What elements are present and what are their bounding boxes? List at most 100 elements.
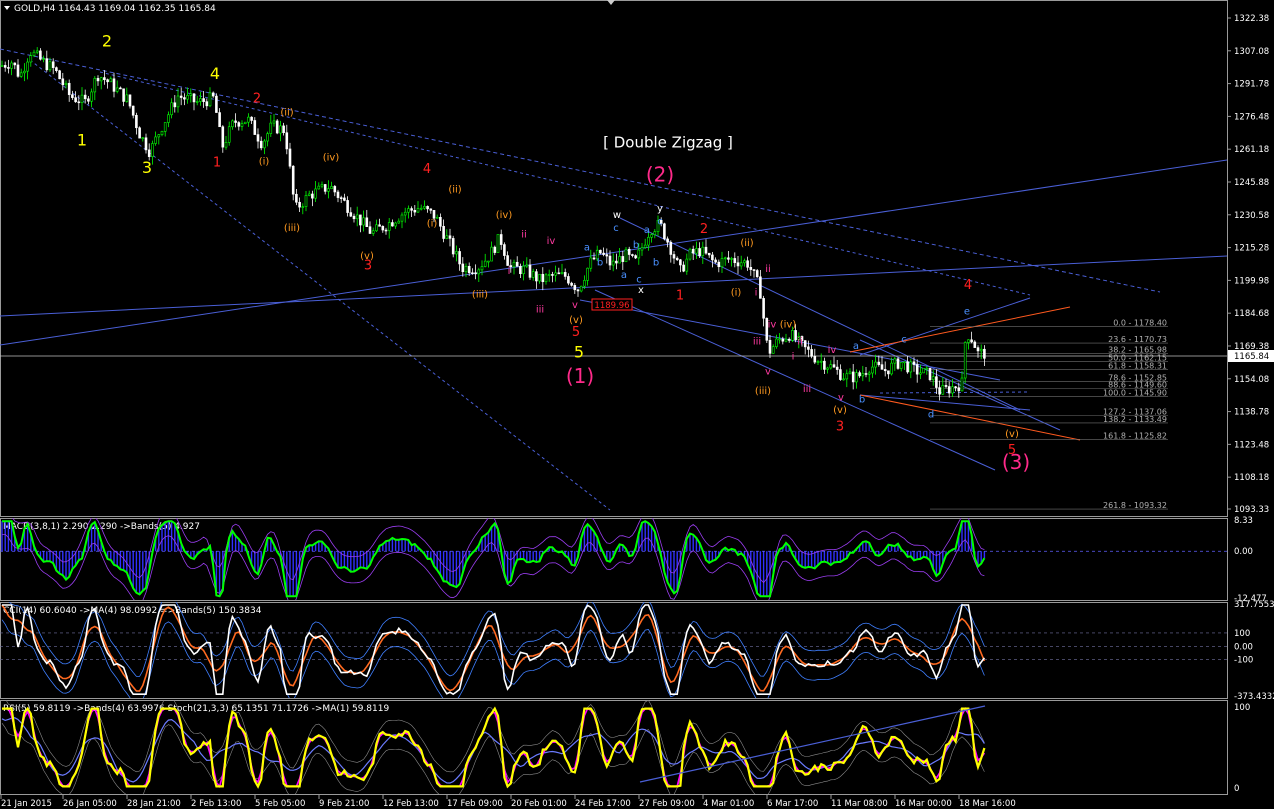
dropdown-triangle-icon[interactable]: [4, 6, 10, 10]
wave-labels: 12345(1)(2)(3)[ Double Zigzag ]123451234…: [77, 32, 1030, 474]
candle-body: [615, 260, 618, 264]
candle-body: [874, 361, 877, 368]
wave-label: 3: [142, 158, 152, 177]
candle-body: [944, 385, 948, 387]
shift-marker-icon[interactable]: [607, 0, 615, 5]
candle-body: [627, 248, 631, 255]
candle-body: [650, 234, 653, 238]
candle-body: [234, 120, 237, 123]
candle-body: [138, 127, 141, 139]
candle-body: [330, 186, 333, 189]
candle-body: [106, 79, 109, 83]
wave-label: a: [853, 341, 859, 352]
candle-body: [890, 362, 893, 375]
candle-body: [336, 191, 340, 198]
wave-label: (v): [1005, 429, 1019, 440]
candle-body: [64, 82, 68, 86]
candle-body: [221, 126, 225, 148]
candle-body: [567, 276, 570, 284]
wave-label: (ii): [280, 107, 293, 118]
candle-body: [746, 260, 749, 268]
candle-body: [848, 371, 852, 375]
candle-body: [611, 260, 615, 266]
candle-body: [368, 226, 372, 234]
candle-body: [816, 361, 820, 363]
cci-tick-label: 317.7553: [1234, 600, 1274, 610]
orange-upper-line: [849, 306, 1071, 353]
candle-body: [256, 134, 260, 142]
candle-body: [250, 116, 253, 121]
candle-body: [199, 98, 202, 102]
candle-body: [112, 78, 116, 92]
candle-body: [295, 193, 298, 203]
candle-body: [653, 231, 657, 235]
candle-body: [861, 373, 865, 377]
wave-label: (1): [566, 364, 594, 388]
candle-body: [208, 92, 212, 107]
wave-label: i: [792, 352, 795, 363]
wave-label: c: [657, 217, 663, 228]
fib-label: 23.6 - 1170.73: [1108, 335, 1167, 344]
upper-channel-line: [0, 48, 1161, 293]
main-price-panel[interactable]: 0.0 - 1178.4023.6 - 1170.7338.2 - 1165.9…: [0, 47, 1227, 511]
candle-body: [240, 123, 244, 127]
candle-body: [941, 385, 945, 395]
candle-body: [391, 222, 394, 227]
candle-body: [663, 223, 666, 240]
mid-dashed-line: [99, 71, 1031, 296]
candle-body: [378, 224, 381, 227]
candle-body: [403, 211, 407, 216]
wave-label: 1: [77, 130, 87, 149]
candle-body: [496, 234, 500, 253]
candle-body: [266, 133, 269, 142]
y-tick-label: 1138.78: [1234, 408, 1269, 418]
candle-body: [698, 248, 701, 256]
candle-body: [269, 122, 273, 134]
candle-body: [851, 371, 855, 383]
wave-label: i: [508, 266, 511, 277]
y-tick-label: 1215.28: [1234, 244, 1269, 254]
wave-label: a: [621, 270, 627, 281]
candle-body: [560, 272, 564, 274]
candle-body: [23, 70, 26, 74]
candle-body: [922, 368, 925, 374]
candle-body: [711, 254, 714, 261]
candle-body: [416, 208, 420, 213]
candle-body: [467, 266, 471, 274]
candle-body: [781, 338, 785, 342]
candle-body: [45, 58, 49, 71]
candle-body: [474, 272, 477, 275]
cci-tick-label: 0.00: [1234, 642, 1253, 652]
candle-body: [803, 340, 807, 348]
candle-body: [602, 252, 605, 255]
candle-body: [291, 165, 295, 195]
candle-body: [813, 356, 817, 363]
wave-label: v: [572, 300, 578, 311]
x-tick-label: 28 Jan 21:00: [127, 799, 181, 809]
candle-body: [103, 77, 106, 80]
candle-body: [355, 214, 359, 220]
x-tick-label: 17 Feb 09:00: [447, 799, 503, 809]
wave-label: ii: [797, 337, 803, 348]
candle-body: [243, 121, 247, 124]
y-tick-label: 1093.33: [1234, 505, 1269, 515]
candle-body: [976, 347, 980, 352]
candle-body: [957, 387, 961, 392]
candle-body: [487, 260, 490, 263]
candle-body: [787, 338, 791, 341]
rsi-tick-label: 100: [1234, 703, 1250, 713]
candle-body: [835, 366, 839, 370]
x-tick-label: 20 Feb 01:00: [511, 799, 567, 809]
candle-body: [535, 271, 538, 282]
x-tick-label: 2 Feb 13:00: [191, 799, 241, 809]
candle-body: [35, 50, 39, 53]
candle-body: [695, 248, 698, 254]
wave-label: 4: [964, 278, 972, 293]
wave-label: d: [928, 410, 934, 421]
candle-body: [352, 215, 356, 220]
candle-body: [90, 91, 93, 102]
x-tick-label: 16 Mar 00:00: [895, 799, 952, 809]
x-tick-label: 24 Feb 17:00: [575, 799, 631, 809]
candle-body: [67, 82, 71, 95]
trading-chart[interactable]: GOLD,H4 1164.43 1169.04 1162.35 1165.84 …: [0, 0, 1274, 809]
